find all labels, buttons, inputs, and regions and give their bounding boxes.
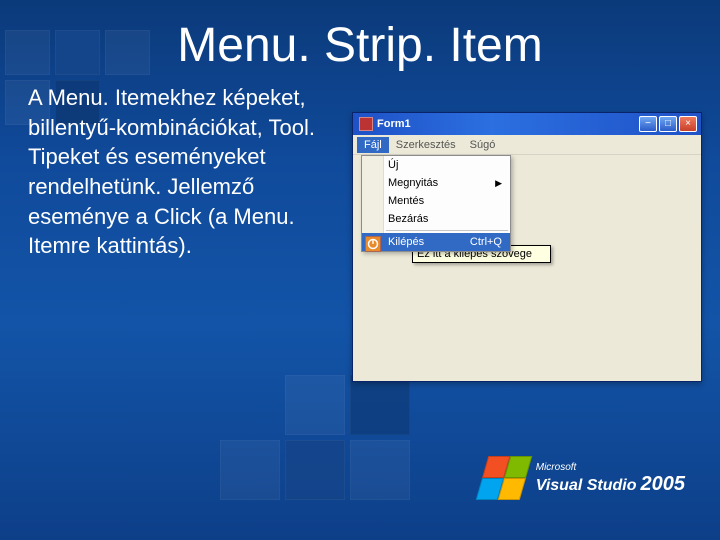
slide-paragraph: A Menu. Itemekhez képeket, billentyű-kom… — [28, 83, 338, 261]
window-titlebar[interactable]: Form1 − □ × — [353, 113, 701, 135]
exit-icon — [365, 236, 381, 252]
microsoft-flag-icon — [475, 456, 532, 500]
menuitem-open[interactable]: Megnyitás ▶ — [362, 174, 510, 192]
menuitem-save[interactable]: Mentés — [362, 192, 510, 210]
menuitem-label: Kilépés — [388, 236, 424, 248]
logo-product: Visual Studio — [536, 477, 637, 495]
menuitem-close[interactable]: Bezárás — [362, 210, 510, 228]
menu-edit[interactable]: Szerkesztés — [389, 137, 463, 153]
minimize-button[interactable]: − — [639, 116, 657, 132]
logo-year: 2005 — [641, 473, 686, 495]
menuitem-exit[interactable]: Kilépés Ctrl+Q — [362, 233, 510, 251]
app-window: Form1 − □ × Fájl Szerkesztés Súgó Új Meg… — [352, 112, 702, 382]
slide-title: Menu. Strip. Item — [0, 0, 720, 73]
menuitem-label: Bezárás — [388, 213, 428, 225]
visual-studio-logo: Microsoft Visual Studio 2005 — [482, 456, 685, 500]
maximize-button[interactable]: □ — [659, 116, 677, 132]
window-title: Form1 — [377, 118, 639, 130]
menubar[interactable]: Fájl Szerkesztés Súgó — [353, 135, 701, 155]
menuitem-shortcut: Ctrl+Q — [470, 236, 502, 248]
menuitem-label: Mentés — [388, 195, 424, 207]
file-dropdown: Új Megnyitás ▶ Mentés Bezárás Kilépés Ct… — [361, 155, 511, 252]
logo-brand: Microsoft — [536, 462, 685, 473]
menuitem-label: Új — [388, 159, 398, 171]
close-button[interactable]: × — [679, 116, 697, 132]
menu-separator — [386, 230, 508, 231]
chevron-right-icon: ▶ — [495, 178, 502, 189]
menuitem-new[interactable]: Új — [362, 156, 510, 174]
menuitem-label: Megnyitás — [388, 177, 438, 189]
window-app-icon — [359, 117, 373, 131]
menu-help[interactable]: Súgó — [463, 137, 503, 153]
menu-file[interactable]: Fájl — [357, 137, 389, 153]
